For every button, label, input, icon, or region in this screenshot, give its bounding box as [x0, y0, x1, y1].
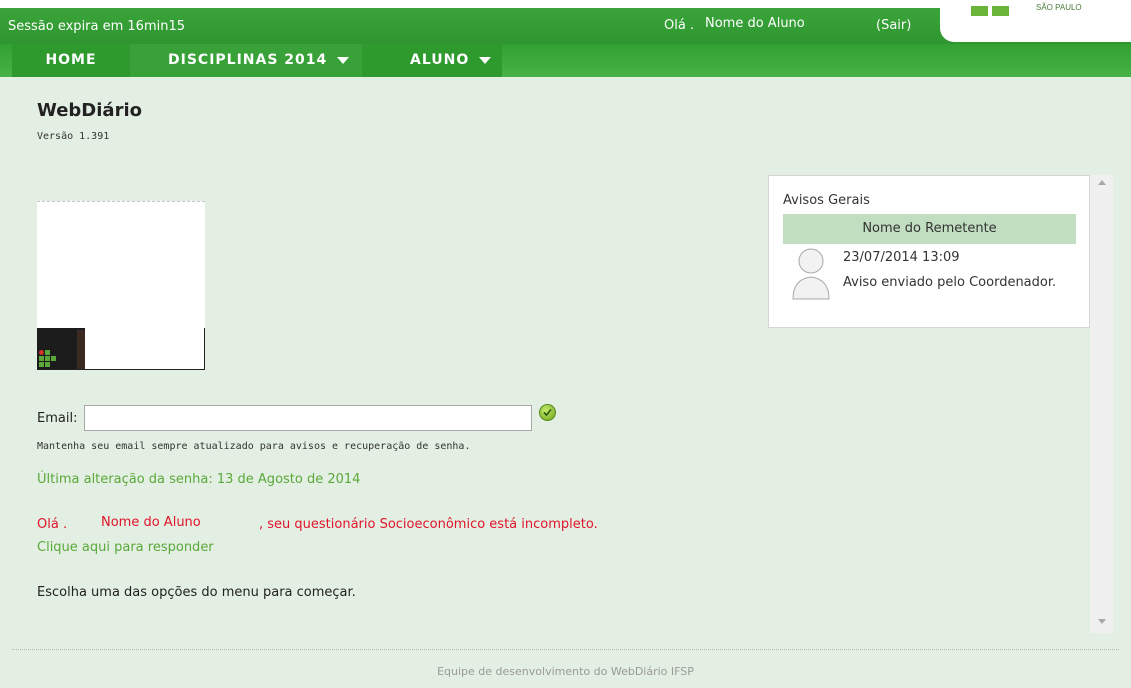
photo-border: [204, 328, 205, 370]
scrollbar[interactable]: [1090, 175, 1113, 633]
notices-title: Avisos Gerais: [783, 193, 870, 208]
student-photo: [37, 201, 205, 370]
nav-aluno-label: ALUNO: [410, 52, 470, 68]
email-field[interactable]: [84, 405, 532, 431]
institution-logo: SÃO PAULO: [940, 0, 1131, 42]
check-icon[interactable]: [539, 404, 556, 421]
instruction-text: Escolha uma das opções do menu para come…: [37, 585, 356, 600]
warning-user-name: Nome do Aluno: [101, 515, 201, 530]
email-hint: Mantenha seu email sempre atualizado par…: [37, 441, 471, 452]
warning-message: , seu questionário Socioeconômico está i…: [259, 517, 598, 532]
version-label: Versão 1.391: [37, 131, 110, 142]
email-label: Email:: [37, 411, 78, 426]
password-change-info: Última alteração da senha: 13 de Agosto …: [37, 472, 361, 487]
footer-credits: Equipe de desenvolvimento do WebDiário I…: [437, 665, 694, 678]
logo-text: SÃO PAULO: [1036, 3, 1082, 12]
footer-divider: [12, 649, 1119, 650]
logout-link[interactable]: (Sair): [876, 18, 911, 33]
main-nav: HOME DISCIPLINAS 2014 ALUNO: [0, 44, 1131, 77]
avatar-icon: [791, 247, 831, 305]
user-name: Nome do Aluno: [705, 16, 805, 31]
notice-text: Aviso enviado pelo Coordenador.: [843, 275, 1057, 290]
notice-date: 23/07/2014 13:09: [843, 250, 960, 265]
chevron-down-icon: [479, 56, 492, 64]
chevron-down-icon: [337, 56, 350, 64]
greeting-label: Olá .: [664, 18, 695, 33]
sender-header: Nome do Remetente: [783, 214, 1076, 244]
logo-mark-right: [992, 6, 1009, 16]
nav-disciplinas[interactable]: DISCIPLINAS 2014: [130, 44, 362, 77]
nav-home[interactable]: HOME: [12, 44, 130, 77]
scroll-down-icon[interactable]: [1098, 619, 1106, 624]
photo-dark-area: [77, 330, 85, 370]
warning-greeting: Olá .: [37, 517, 68, 532]
nav-disciplinas-label: DISCIPLINAS 2014: [168, 52, 328, 68]
answer-questionnaire-link[interactable]: Clique aqui para responder: [37, 540, 214, 555]
notices-panel: Avisos Gerais Nome do Remetente 23/07/20…: [768, 175, 1090, 328]
nav-home-label: HOME: [45, 52, 97, 68]
scroll-up-icon[interactable]: [1098, 180, 1106, 185]
logo-mark-left: [971, 6, 988, 16]
page-title: WebDiário: [37, 100, 142, 121]
session-timer: Sessão expira em 16min15: [8, 19, 186, 34]
nav-aluno[interactable]: ALUNO: [362, 44, 502, 77]
photo-border: [37, 369, 205, 370]
